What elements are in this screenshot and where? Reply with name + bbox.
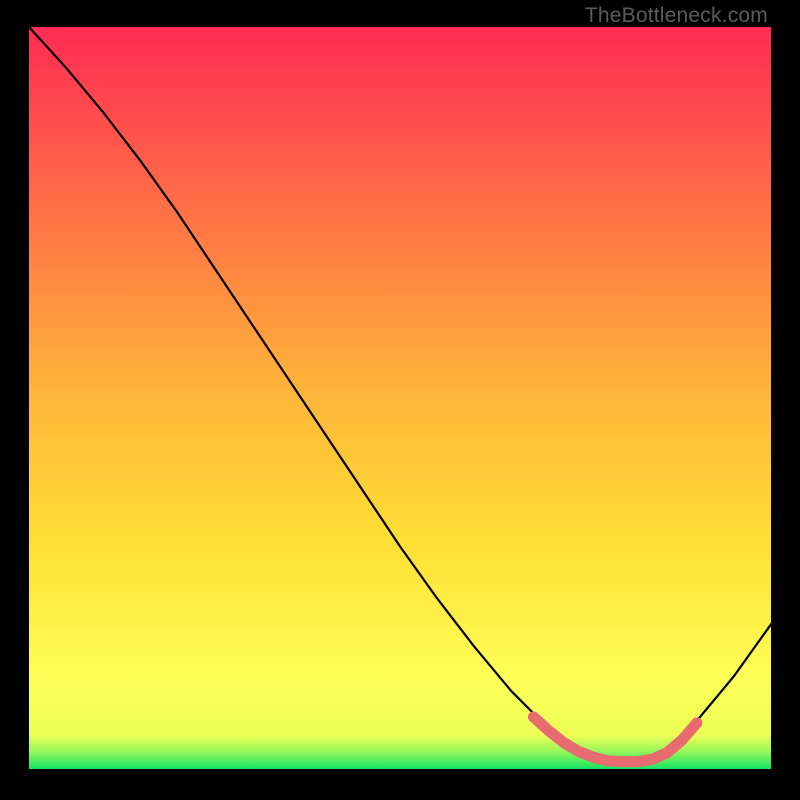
gradient-background [29, 27, 771, 769]
highlight-dot [691, 717, 702, 728]
watermark-text: TheBottleneck.com [585, 4, 768, 28]
bottleneck-chart [29, 27, 771, 769]
chart-frame [29, 27, 771, 769]
